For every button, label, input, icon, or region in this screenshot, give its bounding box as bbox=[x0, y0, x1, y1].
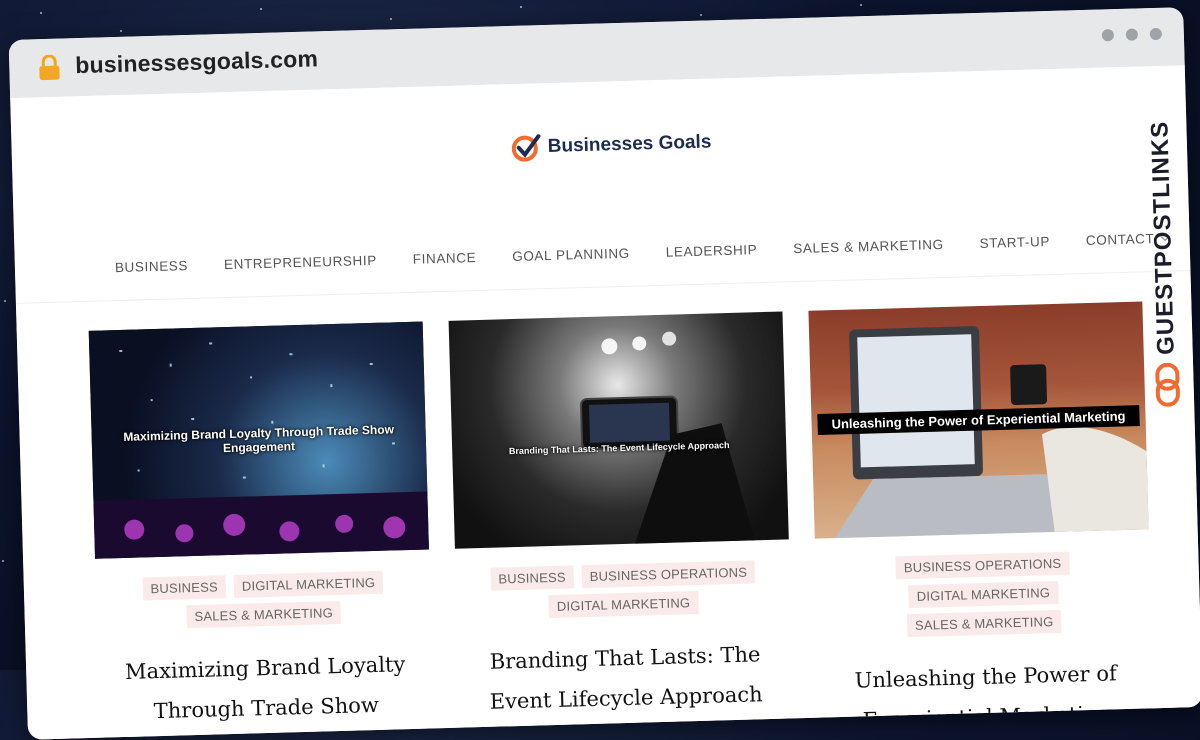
chain-link-icon bbox=[1155, 362, 1180, 407]
nav-label: GOAL PLANNING bbox=[512, 245, 630, 265]
nav-label: ENTREPRENEURSHIP bbox=[223, 252, 378, 273]
nav-item-entrepreneurship[interactable]: ENTREPRENEURSHIP bbox=[224, 253, 377, 272]
nav-label: START-UP bbox=[979, 233, 1051, 251]
tag-link[interactable]: DIGITAL MARKETING bbox=[908, 580, 1059, 609]
post-thumbnail[interactable]: Maximizing Brand Loyalty Through Trade S… bbox=[88, 321, 429, 559]
post-card: Branding That Lasts: The Event Lifecycle… bbox=[448, 311, 794, 722]
post-thumbnail[interactable]: Branding That Lasts: The Event Lifecycle… bbox=[448, 311, 789, 549]
address-bar-url[interactable]: businessesgoals.com bbox=[75, 45, 319, 79]
tag-link[interactable]: SALES & MARKETING bbox=[906, 609, 1062, 638]
nav-item-finance[interactable]: FINANCE bbox=[413, 250, 477, 267]
post-tags: BUSINESS BUSINESS OPERATIONS DIGITAL MAR… bbox=[455, 559, 790, 620]
post-tags: BUSINESS DIGITAL MARKETING SALES & MARKE… bbox=[96, 569, 431, 630]
nav-item-sales-marketing[interactable]: SALES & MARKETING bbox=[793, 237, 944, 256]
tag-link[interactable]: SALES & MARKETING bbox=[186, 600, 342, 629]
tag-link[interactable]: DIGITAL MARKETING bbox=[233, 570, 384, 598]
tag-link[interactable]: BUSINESS bbox=[490, 565, 575, 591]
browser-window: businessesgoals.com Businesses Goals BUS… bbox=[8, 7, 1200, 740]
tag-link[interactable]: BUSINESS OPERATIONS bbox=[581, 560, 756, 589]
nav-item-goal-planning[interactable]: GOAL PLANNING bbox=[512, 246, 630, 264]
post-title[interactable]: Branding That Lasts: The Event Lifecycle… bbox=[458, 633, 794, 722]
site-logo[interactable]: Businesses Goals bbox=[511, 128, 712, 162]
post-card: Maximizing Brand Loyalty Through Trade S… bbox=[88, 321, 434, 733]
window-dot-icon[interactable] bbox=[1149, 27, 1163, 41]
website-content: Businesses Goals BUSINESS ENTREPRENEURSH… bbox=[10, 65, 1200, 740]
nav-label: BUSINESS bbox=[114, 258, 189, 276]
guestpostlinks-watermark: GUESTPOSTLINKS bbox=[1142, 120, 1186, 421]
nav-label: LEADERSHIP bbox=[665, 242, 758, 260]
post-tags: BUSINESS OPERATIONS DIGITAL MARKETING SA… bbox=[815, 549, 1151, 639]
concert-phone-decoration bbox=[579, 331, 755, 544]
nav-label: CONTACT bbox=[1085, 231, 1155, 248]
nav-item-business[interactable]: BUSINESS bbox=[115, 258, 188, 275]
nav-label: FINANCE bbox=[412, 250, 477, 267]
tag-link[interactable]: BUSINESS bbox=[142, 575, 227, 601]
nav-label: SALES & MARKETING bbox=[793, 236, 944, 257]
window-dot-icon[interactable] bbox=[1125, 28, 1139, 41]
watermark-text: GUESTPOSTLINKS bbox=[1146, 120, 1180, 356]
nav-divider bbox=[15, 270, 1191, 304]
nav-item-leadership[interactable]: LEADERSHIP bbox=[666, 242, 758, 260]
lock-icon bbox=[39, 54, 60, 81]
tag-link[interactable]: DIGITAL MARKETING bbox=[548, 590, 699, 619]
main-navigation: BUSINESS ENTREPRENEURSHIP FINANCE GOAL P… bbox=[115, 231, 1170, 275]
checkmark-logo-icon bbox=[511, 134, 541, 162]
post-card: Unleashing the Power of Experiential Mar… bbox=[808, 301, 1154, 739]
post-title[interactable]: Maximizing Brand Loyalty Through Trade S… bbox=[98, 643, 434, 732]
tag-link[interactable]: BUSINESS OPERATIONS bbox=[895, 551, 1070, 580]
post-thumbnail[interactable]: Unleashing the Power of Experiential Mar… bbox=[808, 301, 1149, 539]
window-controls bbox=[1101, 27, 1163, 42]
post-title[interactable]: Unleashing the Power of Experiential Mar… bbox=[818, 652, 1154, 739]
window-dot-icon[interactable] bbox=[1101, 29, 1115, 42]
nav-item-start-up[interactable]: START-UP bbox=[979, 234, 1050, 251]
logo-text: Businesses Goals bbox=[547, 131, 712, 157]
